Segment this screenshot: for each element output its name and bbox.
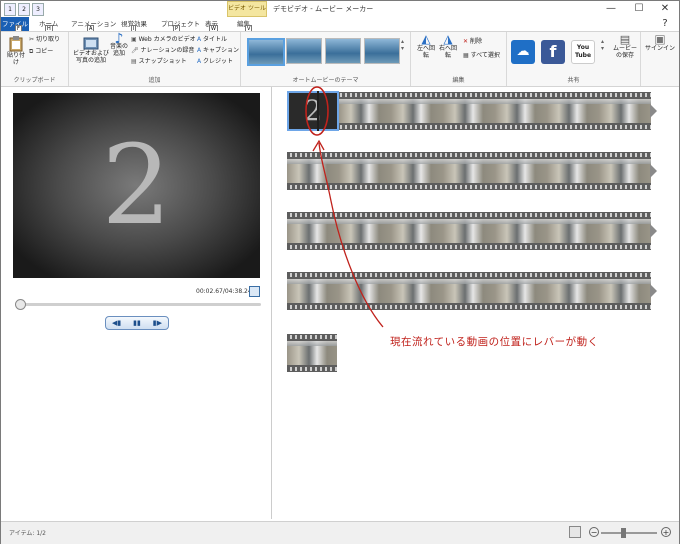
zoom-in-button[interactable]: + <box>661 527 671 537</box>
annotation-text: 現在流れている動画の位置にレバーが動く <box>390 336 599 348</box>
zoom-out-button[interactable]: − <box>589 527 599 537</box>
status-items: アイテム: 1/2 <box>9 530 46 537</box>
zoom-thumb[interactable] <box>621 528 626 538</box>
status-bar: アイテム: 1/2 − + <box>1 521 679 544</box>
annotation-ellipse <box>305 86 329 136</box>
app-window: 1 2 3 ビデオ ツール デモビデオ - ムービー メーカー — ☐ ✕ ファ… <box>0 0 680 544</box>
annotation-overlay <box>305 86 384 328</box>
zoom-slider[interactable] <box>601 532 657 534</box>
annotation-arrowhead <box>312 139 325 152</box>
thumbnail-size-icon[interactable] <box>569 526 581 538</box>
annotation-arrow <box>318 142 384 328</box>
